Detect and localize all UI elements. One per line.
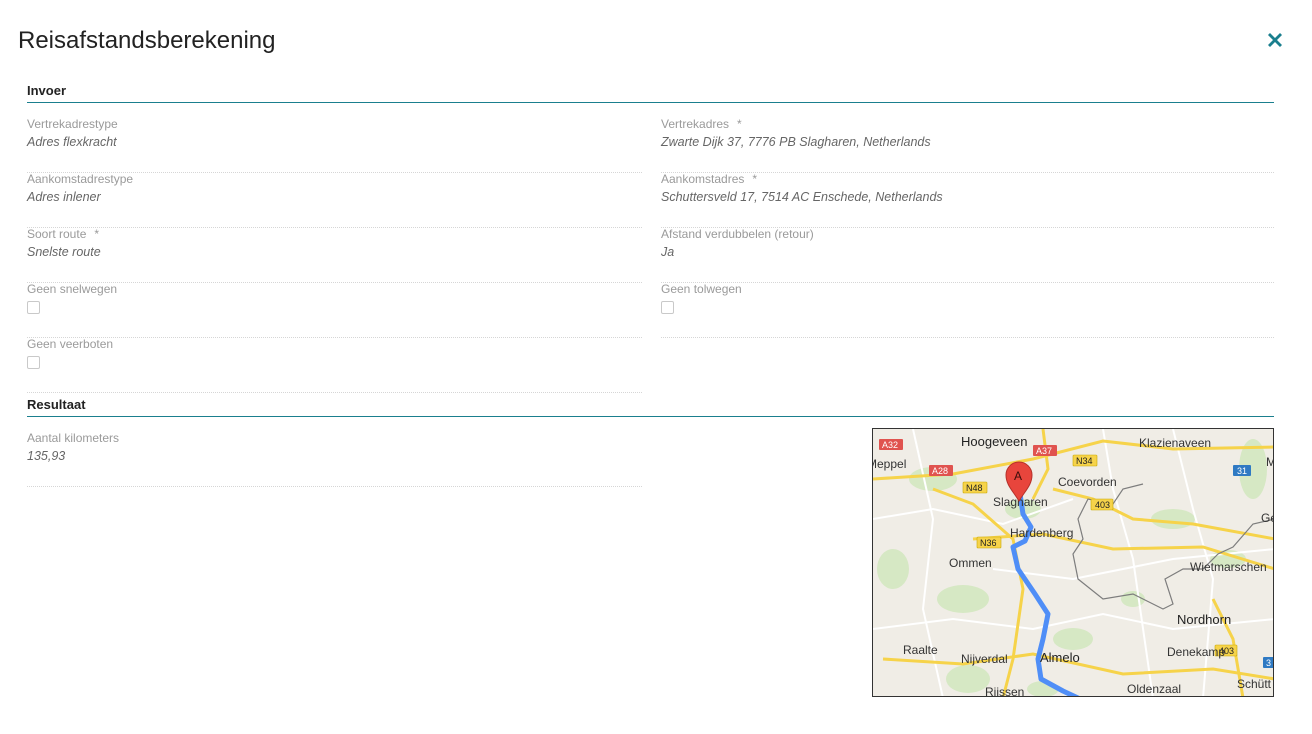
place-almelo: Almelo [1040,650,1080,665]
place-nijverdal: Nijverdal [961,652,1008,666]
geen-snelwegen-checkbox[interactable] [27,301,40,314]
field-aantal-kilometers: Aantal kilometers 135,93 [27,431,642,487]
place-denekamp: Denekamp [1167,645,1225,659]
field-soort-route[interactable]: Soort route * Snelste route [27,227,642,283]
close-icon[interactable] [1264,29,1286,51]
section-invoer: Invoer [27,82,1274,103]
field-vertrekadres[interactable]: Vertrekadres * Zwarte Dijk 37, 7776 PB Sl… [661,117,1274,173]
place-hoogeveen: Hoogeveen [961,434,1028,449]
required-marker: * [752,172,758,186]
geen-tolwegen-checkbox[interactable] [661,301,674,314]
place-schuttorf: Schütt [1237,677,1272,691]
place-rijssen: Rijssen [985,685,1024,697]
marker-label: A [1014,469,1022,483]
place-coevorden: Coevorden [1058,475,1117,489]
field-label: Aankomstadrestype [27,172,134,186]
road-label: 403 [1095,500,1110,510]
field-label: Aankomstadres * [661,172,758,186]
field-label: Vertrekadres * [661,117,742,131]
place-oldenzaal: Oldenzaal [1127,682,1181,696]
geen-veerboten-checkbox[interactable] [27,356,40,369]
field-geen-veerboten: Geen veerboten [27,337,642,393]
field-label: Vertrekadrestype [27,117,118,131]
field-value: Adres inlener [27,190,101,204]
road-label: 31 [1237,466,1247,476]
field-aankomstadres[interactable]: Aankomstadres * Schuttersveld 17, 7514 AC… [661,172,1274,228]
road-label: N36 [980,538,997,548]
field-vertrekadrestype[interactable]: Vertrekadrestype Adres flexkracht [27,117,642,173]
place-nordhorn: Nordhorn [1177,612,1231,627]
place-m: M [1266,455,1274,469]
road-shield-31: 31 [1233,465,1251,476]
field-label: Geen veerboten [27,337,114,351]
field-label: Aantal kilometers [27,431,120,445]
road-label: N48 [966,483,983,493]
road-label: 3 [1266,658,1271,668]
road-shield-n34: N34 [1072,454,1098,467]
road-shield-n36: N36 [976,536,1002,549]
place-meppel: Meppel [873,457,906,471]
road-shield-3: 3 [1263,657,1273,668]
field-afstand-verdubbelen[interactable]: Afstand verdubbelen (retour) Ja [661,227,1274,283]
field-value: Ja [661,245,675,259]
section-invoer-title: Invoer [27,83,67,98]
section-resultaat-title: Resultaat [27,397,86,412]
field-geen-tolwegen: Geen tolwegen [661,282,1274,338]
section-resultaat: Resultaat [27,396,1274,417]
road-shield-a37: A37 [1033,445,1057,456]
field-value: Schuttersveld 17, 7514 AC Enschede, Neth… [661,190,943,204]
map-canvas: A32 A37 A28 N34 N48 N36 403 403 31 3 Hoo… [873,429,1274,697]
place-ge: Ge [1261,511,1274,525]
road-shield-a32: A32 [879,439,903,450]
road-label: A32 [882,440,898,450]
road-shield-403a: 403 [1090,498,1114,511]
road-shield-n48: N48 [962,481,988,494]
place-raalte: Raalte [903,643,938,657]
place-klazienaveen: Klazienaveen [1139,436,1211,450]
place-wietmarschen: Wietmarschen [1190,560,1267,574]
required-marker: * [94,227,100,241]
field-label: Afstand verdubbelen (retour) [661,227,814,241]
place-ommen: Ommen [949,556,992,570]
field-aankomstadrestype[interactable]: Aankomstadrestype Adres inlener [27,172,642,228]
field-value: Zwarte Dijk 37, 7776 PB Slagharen, Nethe… [661,135,931,149]
field-geen-snelwegen: Geen snelwegen [27,282,642,338]
route-map[interactable]: A32 A37 A28 N34 N48 N36 403 403 31 3 Hoo… [872,428,1274,697]
field-value: Snelste route [27,245,101,259]
page-title: Reisafstandsberekening [18,27,276,54]
required-marker: * [737,117,742,131]
road-label: A37 [1036,446,1052,456]
field-label: Geen tolwegen [661,282,742,296]
field-label: Geen snelwegen [27,282,118,296]
road-shield-a28: A28 [929,465,953,476]
place-hardenberg: Hardenberg [1010,526,1073,540]
field-value: Adres flexkracht [27,135,117,149]
field-label: Soort route * [27,227,100,241]
road-label: N34 [1076,456,1093,466]
field-value: 135,93 [27,449,66,463]
road-label: A28 [932,466,948,476]
